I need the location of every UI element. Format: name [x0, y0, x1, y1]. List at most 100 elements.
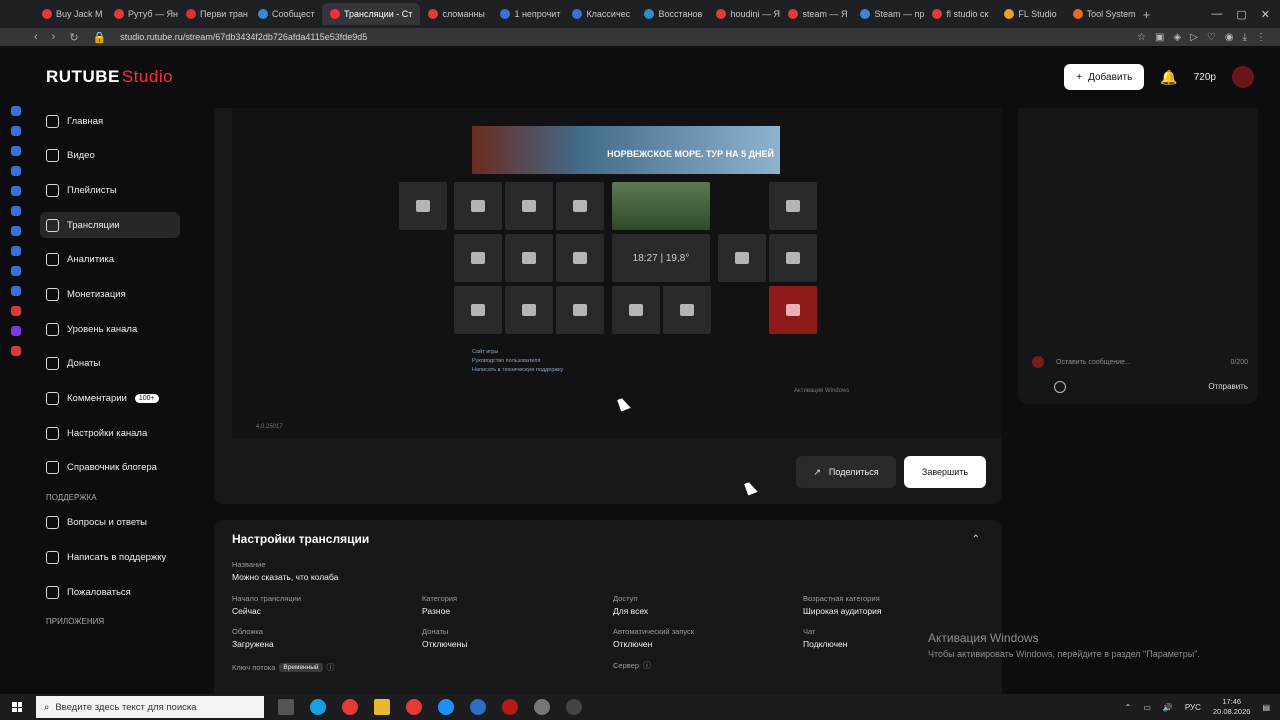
info-icon[interactable]: ⓘ	[327, 662, 335, 673]
back-icon[interactable]: ‹	[34, 31, 38, 44]
sidebar-item-analytics[interactable]: Аналитика	[40, 247, 180, 273]
quality-label[interactable]: 720p	[1194, 72, 1216, 83]
sidebar-item-donate[interactable]: Донаты	[40, 351, 180, 377]
minimize-icon[interactable]: —	[1211, 8, 1222, 21]
sidebar-item-label: Комментарии	[67, 393, 127, 404]
browser-tab[interactable]: Steam — пр	[852, 3, 924, 25]
browser-tab[interactable]: FL Studio	[996, 3, 1064, 25]
obs-icon[interactable]	[566, 699, 582, 715]
forward-icon[interactable]: ›	[52, 31, 56, 44]
sidebar-item-help[interactable]: Вопросы и ответы	[40, 510, 180, 536]
url-field[interactable]: studio.rutube.ru/stream/67db3434f2db726a…	[120, 32, 367, 42]
task-view-icon[interactable]	[278, 699, 294, 715]
emoji-icon[interactable]	[1054, 381, 1066, 393]
side-app-icon[interactable]	[11, 266, 21, 276]
browser-tab[interactable]: Buy Jack M	[34, 3, 106, 25]
yandex-icon[interactable]	[342, 699, 358, 715]
steam-icon[interactable]	[470, 699, 486, 715]
taskbar-search-box[interactable]: ⌕ Введите здесь текст для поиска	[36, 696, 264, 718]
language-indicator[interactable]: РУС	[1185, 703, 1201, 712]
sidebar-item-broadcast[interactable]: Трансляции	[40, 212, 180, 239]
rutube-studio-logo[interactable]: RUTUBE Studio	[46, 67, 173, 87]
chat-avatar	[1032, 356, 1044, 368]
volume-icon[interactable]: 🔊	[1163, 703, 1173, 712]
side-app-icon[interactable]	[11, 146, 21, 156]
reload-icon[interactable]: ↻	[69, 31, 78, 44]
browser-tab[interactable]: Классичес	[564, 3, 636, 25]
add-button[interactable]: + Добавить	[1064, 64, 1145, 90]
browser-tab[interactable]: Сообщест	[250, 3, 322, 25]
send-button[interactable]: Отправить	[1208, 382, 1248, 391]
notification-icon[interactable]: ▤	[1262, 703, 1270, 712]
chevron-up-icon[interactable]: ⌃	[972, 534, 980, 545]
info-icon[interactable]: ⓘ	[643, 660, 651, 671]
play-icon[interactable]: ▷	[1190, 32, 1198, 43]
browser-tab[interactable]: houdini — Я	[708, 3, 780, 25]
app-icon[interactable]	[534, 699, 550, 715]
video-preview[interactable]: НОРВЕЖСКОЕ МОРЕ. ТУР НА 5 ДНЕЙ 18:27 | 1…	[232, 108, 1002, 438]
end-stream-button[interactable]: Завершить	[904, 456, 986, 488]
sidebar-item-label: Плейлисты	[67, 184, 117, 196]
side-app-icon[interactable]	[11, 226, 21, 236]
browser-tab[interactable]: fl studio ск	[924, 3, 996, 25]
side-app-icon[interactable]	[11, 326, 21, 336]
maximize-icon[interactable]: ▢	[1236, 8, 1246, 21]
share-button[interactable]: ↗ Поделиться	[796, 456, 896, 488]
sidebar-item-level[interactable]: Уровень канала	[40, 316, 180, 342]
browser-tab[interactable]: Восстанов	[636, 3, 708, 25]
sidebar-item-comments[interactable]: Комментарии 100+	[40, 386, 180, 412]
side-app-icon[interactable]	[11, 186, 21, 196]
sidebar-item-playlist[interactable]: Плейлисты	[40, 177, 180, 203]
tab-label: Buy Jack M	[56, 9, 103, 19]
side-app-icon[interactable]	[11, 206, 21, 216]
sidebar-item-home[interactable]: Главная	[40, 108, 180, 134]
sidebar-item-money[interactable]: Монетизация	[40, 281, 180, 307]
tray-arrow-icon[interactable]: ⌃	[1125, 703, 1132, 712]
skype-icon[interactable]	[438, 699, 454, 715]
sidebar-item-flag[interactable]: Пожаловаться	[40, 579, 180, 605]
browser-tab[interactable]: сломанны	[420, 3, 492, 25]
yandex-browser-icon[interactable]	[406, 699, 422, 715]
profile-icon[interactable]: ◉	[1225, 32, 1234, 43]
edge-icon[interactable]	[310, 699, 326, 715]
side-app-icon[interactable]	[11, 346, 21, 356]
sidebar-item-mail[interactable]: Написать в поддержку	[40, 545, 180, 571]
network-icon[interactable]: ▭	[1143, 703, 1151, 712]
browser-tab[interactable]: Tool System	[1065, 3, 1137, 25]
browser-tab[interactable]: Трансляции - Ст	[322, 3, 421, 25]
side-app-icon[interactable]	[11, 126, 21, 136]
browser-tab[interactable]: steam — Я	[780, 3, 852, 25]
bell-icon[interactable]: 🔔	[1160, 69, 1177, 86]
sidebar-item-book[interactable]: Справочник блогера	[40, 455, 180, 481]
sidebar-item-settings[interactable]: Настройки канала	[40, 420, 180, 446]
start-icon[interactable]	[12, 702, 22, 712]
taskbar-search-input[interactable]: Введите здесь текст для поиска	[55, 702, 196, 713]
download-icon[interactable]: ⤓	[1243, 32, 1247, 43]
screenshot-icon[interactable]: ▣	[1155, 32, 1164, 43]
recording-app-icon[interactable]	[502, 699, 518, 715]
side-app-icon[interactable]	[11, 306, 21, 316]
side-app-icon[interactable]	[11, 106, 21, 116]
bookmark-icon[interactable]: ☆	[1137, 32, 1146, 43]
tab-favicon-icon	[716, 9, 727, 19]
favorite-icon[interactable]: ♡	[1207, 32, 1216, 43]
side-app-icon[interactable]	[11, 166, 21, 176]
clock[interactable]: 17:46 20.08.2026	[1213, 697, 1251, 717]
new-tab-button[interactable]: +	[1137, 7, 1157, 22]
browser-tab[interactable]: Перви тран	[178, 3, 250, 25]
avatar[interactable]	[1232, 66, 1254, 88]
field-label: Название	[232, 560, 266, 569]
side-app-icon[interactable]	[11, 246, 21, 256]
close-icon[interactable]: ✕	[1261, 8, 1270, 21]
side-app-icon[interactable]	[11, 286, 21, 296]
menu-icon[interactable]: ⋮	[1256, 32, 1266, 43]
browser-tab[interactable]: 1 непрочит	[492, 3, 564, 25]
sidebar-item-label: Справочник блогера	[67, 462, 157, 474]
sidebar-item-video[interactable]: Видео	[40, 143, 180, 169]
browser-tab[interactable]: Рутуб — Ян	[106, 3, 178, 25]
extensions-icon[interactable]: ◈	[1173, 32, 1181, 43]
folder-icon[interactable]	[374, 699, 390, 715]
game-tile	[556, 182, 604, 230]
field-value: Можно сказать, что колаба	[232, 572, 339, 582]
chat-input[interactable]: Оставить сообщение...	[1056, 359, 1131, 366]
